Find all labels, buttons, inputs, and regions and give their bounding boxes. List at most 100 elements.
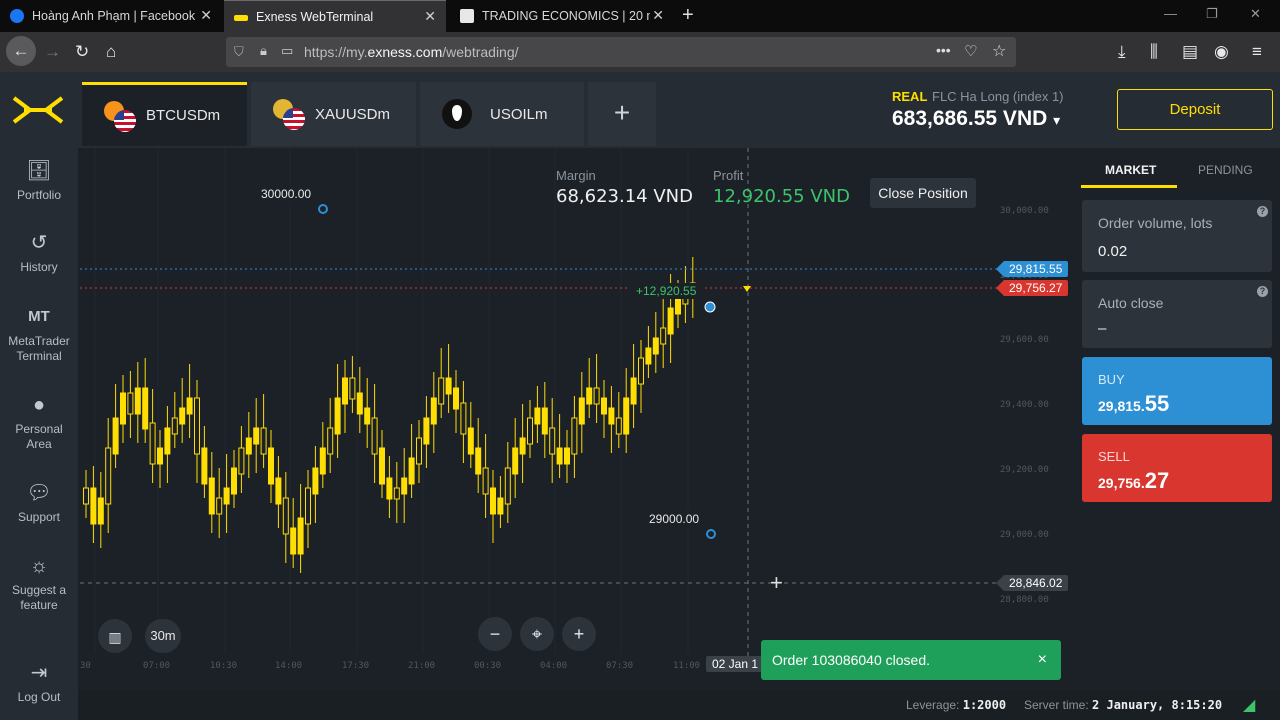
margin-value: 68,623.14 VND [556,186,693,207]
candle-body [268,447,274,485]
back-icon[interactable]: ← [6,36,36,66]
close-tab-icon[interactable]: ✕ [424,8,436,25]
restore-icon[interactable]: ❐ [1206,6,1218,22]
candle-body [179,407,186,425]
shield-icon[interactable]: ⛉ [234,44,244,60]
candle-body [245,437,252,455]
candle-body [83,487,89,505]
sidebar-item-support[interactable]: 💬︎ Support [0,482,78,525]
home-icon[interactable]: ⌂ [106,42,116,62]
account-icon[interactable]: ◉ [1214,42,1229,62]
reload-icon[interactable]: ↻ [75,42,89,62]
candle-body [549,427,556,455]
account-balance[interactable]: 683,686.55 VND ▾ [892,107,1060,131]
reset-view-button[interactable]: ⌖ [520,617,554,651]
candle-body [453,387,459,410]
zoom-out-button[interactable]: − [478,617,512,651]
candle-body [512,447,519,475]
x-axis-label: 10:30 [210,661,237,671]
symbol-tab-usoilm[interactable]: USOILm [420,82,584,146]
close-position-button[interactable]: Close Position [870,178,976,208]
candle-body [586,387,593,405]
library-icon[interactable]: ⫼ [1150,42,1158,62]
help-icon[interactable]: ? [1257,286,1268,297]
exness-logo[interactable] [10,94,66,126]
candle-body [482,467,489,495]
candlestick-chart[interactable]: 30,000.0029,800.0029,600.0029,400.0029,2… [80,148,1076,688]
menu-icon[interactable]: ≡ [1252,42,1262,62]
candle-body [475,447,482,475]
close-notification-icon[interactable]: × [1038,640,1047,680]
candle-body [490,487,496,515]
sidebar-toggle-icon[interactable]: ▤ [1182,42,1198,62]
exness-icon [234,14,248,21]
candle-body [534,407,541,425]
server-time-info: Server time: 2 January, 8:15:20 [1024,698,1223,712]
logout-icon: ⇥ [30,662,48,684]
browser-tab-facebook[interactable]: Hoàng Anh Phạm | Facebook ✕ [0,0,222,32]
tab-pending[interactable]: PENDING [1198,163,1253,177]
forward-icon[interactable]: → [44,42,61,62]
gold-usd-flag-icon [273,99,307,130]
sidebar-item-metatrader[interactable]: MT MetaTrader Terminal [0,306,78,364]
symbol-tab-xauusdm[interactable]: XAUUSDm [251,82,416,146]
candle-body [371,417,378,455]
minimize-icon[interactable]: — [1164,6,1177,21]
window-close-icon[interactable]: ✕ [1250,6,1261,22]
buy-button[interactable]: BUY 29,815.55 [1082,357,1272,425]
stop-loss-level[interactable]: 29000.00 [645,510,704,528]
order-volume-field[interactable]: Order volume, lots 0.02 ? [1082,200,1272,272]
crosshair-icon: ⌖ [531,624,543,644]
sell-button[interactable]: SELL 29,756.27 [1082,434,1272,502]
close-tab-icon[interactable]: ✕ [200,7,212,24]
sidebar-item-personal-area[interactable]: ● Personal Area [0,394,78,452]
candle-body [334,397,341,435]
candle-body [231,467,237,495]
bookmark-star-icon[interactable]: ☆ [992,41,1006,61]
chevron-down-icon[interactable]: ▾ [1053,112,1060,128]
account-name[interactable]: FLC Ha Long (index 1) [932,89,1064,104]
pocket-icon[interactable]: ♡ [964,42,977,60]
candle-body [238,447,245,475]
browser-tab-tradingeconomics[interactable]: TRADING ECONOMICS | 20 mil ✕ [450,0,674,32]
candle-body [282,497,289,535]
new-tab-button[interactable]: + [682,4,694,26]
candle-body [171,417,178,435]
sidebar-item-suggest-feature[interactable]: ☼ Suggest a feature [0,555,78,613]
candle-body [164,427,171,455]
profit-label: Profit [713,168,744,183]
zoom-in-button[interactable]: + [562,617,596,651]
candle-body [127,392,134,415]
download-icon[interactable]: ⤓ [1118,42,1126,62]
tab-market[interactable]: MARKET [1105,163,1156,177]
url-bar[interactable]: ⛉ 🔒︎ ▭ https://my.exness.com/webtrading/… [226,37,1016,67]
tp-marker [318,204,328,214]
browser-tab-exness[interactable]: Exness WebTerminal ✕ [224,0,446,32]
candle-body [342,377,348,405]
url-text[interactable]: https://my.exness.com/webtrading/ [304,44,519,60]
order-volume-input[interactable]: 0.02 [1098,243,1127,260]
candle-body [460,402,467,435]
deposit-button[interactable]: Deposit [1117,89,1273,130]
candle-body [638,357,644,385]
candle-body [105,447,112,505]
symbol-tab-btcusdm[interactable]: BTCUSDm [82,82,247,146]
take-profit-level[interactable]: 30000.00 [257,185,316,203]
candle-body [630,377,637,405]
sidebar-item-history[interactable]: ↺ History [0,232,78,275]
chart-type-button[interactable]: ▥ [98,619,132,653]
x-axis-label: 07:00 [143,661,170,671]
add-symbol-button[interactable]: + [588,82,656,146]
candle-body [541,407,548,435]
close-tab-icon[interactable]: ✕ [652,7,664,24]
sidebar-item-logout[interactable]: ⇥ Log Out [0,662,78,705]
candle-body [660,327,667,345]
timeframe-button[interactable]: 30m [145,619,181,653]
sidebar-item-portfolio[interactable]: 🗄︎ Portfolio [0,160,78,203]
help-icon[interactable]: ? [1257,206,1268,217]
reader-icon[interactable]: ▭ [281,43,293,59]
page-actions-icon[interactable]: ••• [936,42,951,58]
auto-close-field[interactable]: Auto close – ? [1082,280,1272,348]
current-price-marker [743,286,751,292]
lock-icon[interactable]: 🔒︎ [260,43,267,59]
